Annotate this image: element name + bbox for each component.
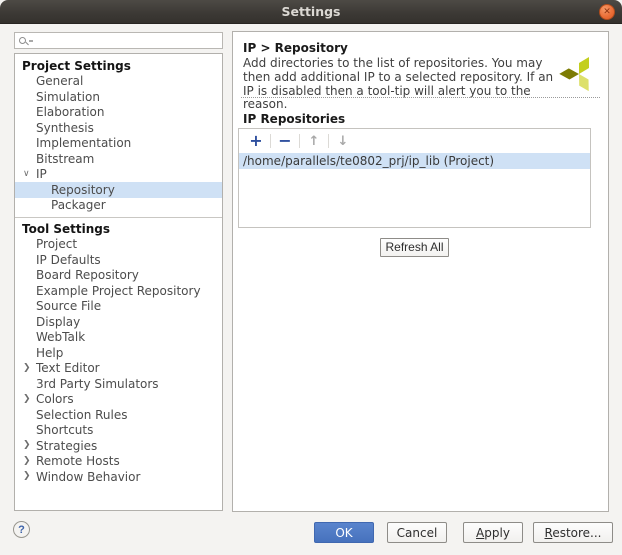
help-button[interactable]: ?: [13, 521, 30, 538]
tree-item-display[interactable]: Display: [15, 314, 222, 330]
tree-item-selection-rules[interactable]: Selection Rules: [15, 407, 222, 423]
chevron-down-icon[interactable]: ∨: [23, 169, 36, 179]
tree-item-elaboration[interactable]: Elaboration: [15, 105, 222, 121]
section-title: IP Repositories: [243, 112, 346, 126]
page-title: IP > Repository: [243, 41, 348, 55]
toolbar-separator: [299, 134, 300, 148]
tree-item-ip-defaults[interactable]: IP Defaults: [15, 252, 222, 268]
repository-list-item[interactable]: /home/parallels/te0802_prj/ip_lib (Proje…: [239, 153, 590, 169]
search-box[interactable]: [14, 32, 223, 49]
tree-item-help[interactable]: Help: [15, 345, 222, 361]
search-input[interactable]: [33, 34, 222, 47]
page-description: Add directories to the list of repositor…: [243, 56, 554, 112]
move-up-button[interactable]: ↑: [306, 135, 322, 148]
repositories-toolbar: + − ↑ ↓: [239, 129, 590, 153]
search-icon: [19, 37, 26, 44]
ok-button[interactable]: OK: [314, 522, 374, 543]
move-down-button[interactable]: ↓: [335, 135, 351, 148]
tree-item-shortcuts[interactable]: Shortcuts: [15, 423, 222, 439]
tree-item-general[interactable]: General: [15, 74, 222, 90]
tree-item-board-repository[interactable]: Board Repository: [15, 268, 222, 284]
dialog-body: Project Settings General Simulation Elab…: [0, 24, 622, 555]
tree-item-remote-hosts[interactable]: ❯ Remote Hosts: [15, 454, 222, 470]
tree-item-colors[interactable]: ❯ Colors: [15, 392, 222, 408]
chevron-right-icon[interactable]: ❯: [23, 456, 36, 466]
tree-item-synthesis[interactable]: Synthesis: [15, 120, 222, 136]
toolbar-separator: [270, 134, 271, 148]
settings-tree: Project Settings General Simulation Elab…: [14, 53, 223, 511]
tree-item-bitstream[interactable]: Bitstream: [15, 151, 222, 167]
title-bar: Settings ✕: [0, 0, 622, 24]
ip-repository-panel: IP > Repository Add directories to the l…: [232, 31, 609, 512]
tree-item-3rd-party-simulators[interactable]: 3rd Party Simulators: [15, 376, 222, 392]
chevron-right-icon[interactable]: ❯: [23, 363, 36, 373]
close-button[interactable]: ✕: [599, 4, 615, 20]
chevron-right-icon[interactable]: ❯: [23, 472, 36, 481]
restore-button[interactable]: Restore...: [533, 522, 613, 543]
tree-item-project[interactable]: Project: [15, 237, 222, 253]
refresh-all-button[interactable]: Refresh All: [380, 238, 449, 257]
tree-item-simulation[interactable]: Simulation: [15, 89, 222, 105]
ip-repositories-box: + − ↑ ↓ /home/parallels/te0802_prj/ip_li…: [238, 128, 591, 228]
tree-item-repository[interactable]: Repository: [15, 182, 222, 198]
tree-section-project-settings: Project Settings: [22, 58, 131, 73]
vivado-pinwheel-logo: [559, 57, 589, 92]
tree-item-example-project-repository[interactable]: Example Project Repository: [15, 283, 222, 299]
toolbar-separator: [328, 134, 329, 148]
close-icon: ✕: [603, 6, 611, 17]
tree-item-source-file[interactable]: Source File: [15, 299, 222, 315]
chevron-right-icon[interactable]: ❯: [23, 441, 36, 450]
tree-item-text-editor[interactable]: ❯ Text Editor: [15, 361, 222, 377]
tree-section-tool-settings: Tool Settings: [22, 221, 111, 236]
apply-button[interactable]: Apply: [463, 522, 523, 543]
add-repository-button[interactable]: +: [248, 133, 264, 149]
window-title: Settings: [281, 4, 341, 19]
tree-item-ip[interactable]: ∨ IP: [15, 167, 222, 183]
tree-item-window-behavior[interactable]: ❯ Window Behavior: [15, 469, 222, 485]
tree-item-strategies[interactable]: ❯ Strategies: [15, 438, 222, 454]
dotted-divider: [241, 97, 600, 98]
tree-item-packager[interactable]: Packager: [15, 198, 222, 214]
settings-dialog: Settings ✕ Project Settings General Simu…: [0, 0, 622, 555]
tree-item-implementation[interactable]: Implementation: [15, 136, 222, 152]
remove-repository-button[interactable]: −: [277, 133, 293, 149]
cancel-button[interactable]: Cancel: [387, 522, 447, 543]
tree-separator: [15, 217, 222, 218]
tree-item-webtalk[interactable]: WebTalk: [15, 330, 222, 346]
chevron-right-icon[interactable]: ❯: [23, 394, 36, 404]
